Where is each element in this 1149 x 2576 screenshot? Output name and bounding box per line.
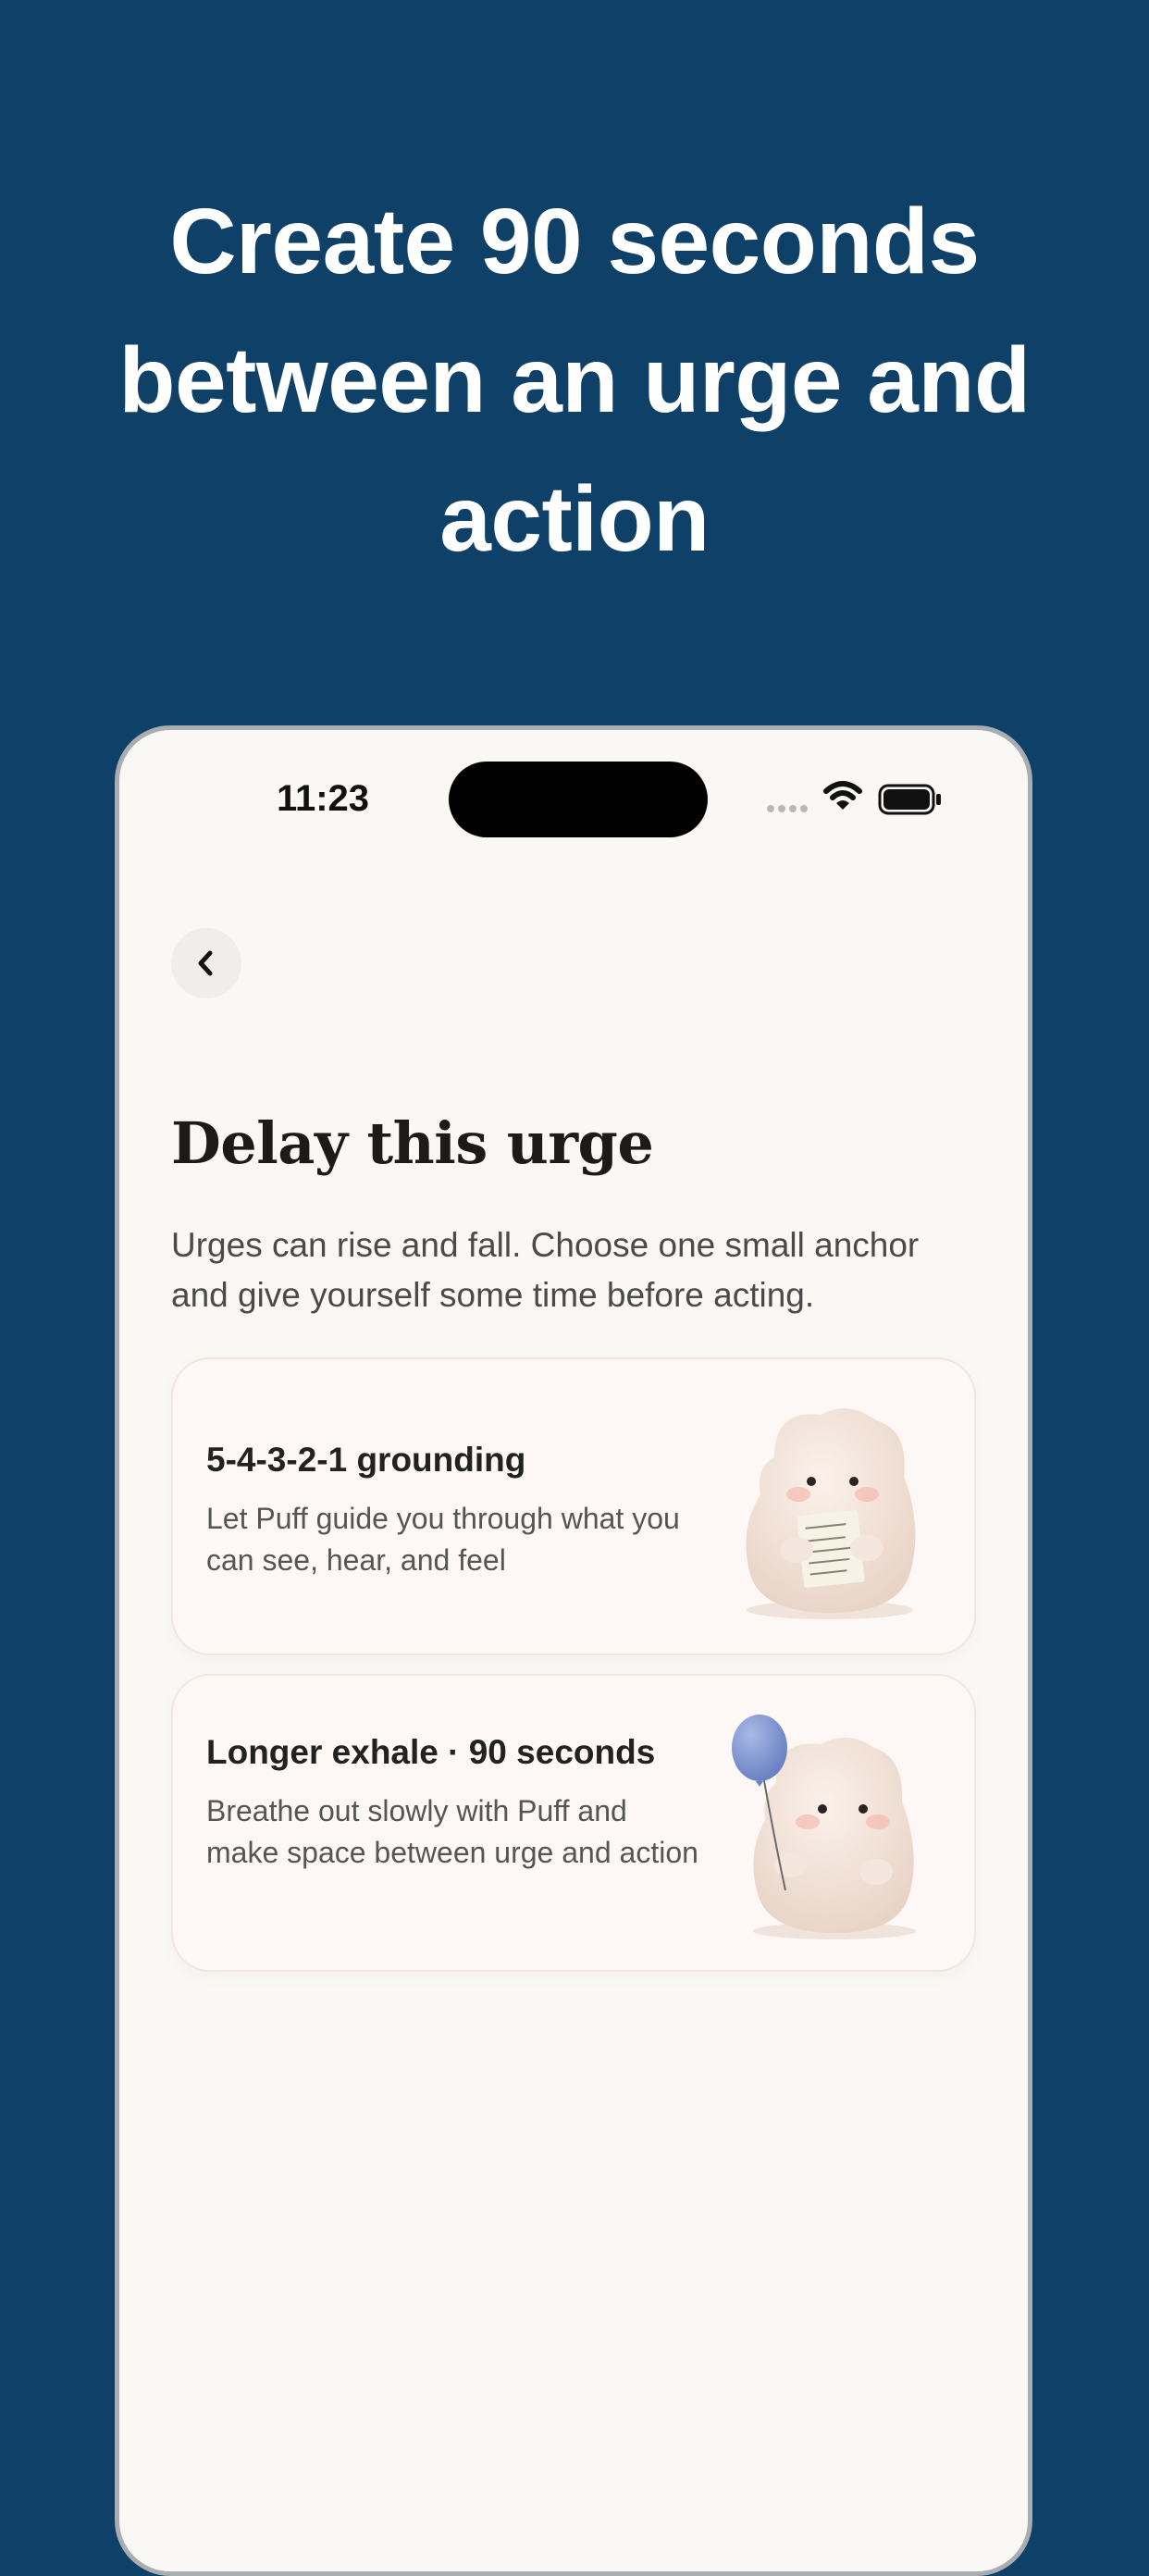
status-icons (767, 778, 970, 824)
option-description: Breathe out slowly with Puff and make sp… (206, 1794, 698, 1869)
battery-icon (878, 784, 941, 815)
headline: Create 90 seconds between an urge and ac… (118, 190, 1031, 571)
page-subtitle: Urges can rise and fall. Choose one smal… (171, 1226, 920, 1314)
option-title: 5-4-3-2-1 grounding (206, 1441, 526, 1479)
dynamic-island (449, 762, 708, 837)
phone-frame: 11:23 Delay this urge Urges can rise and… (115, 725, 1032, 2576)
puff-balloon-illustration (732, 1715, 916, 1939)
status-time: 11:23 (276, 778, 370, 819)
exhale-option-card[interactable]: Longer exhale · 90 seconds Breathe out s… (171, 1674, 976, 1972)
option-description: Let Puff guide you through what you can … (206, 1502, 680, 1577)
grounding-option-card[interactable]: 5-4-3-2-1 grounding Let Puff guide you t… (171, 1357, 976, 1655)
page-title: Delay this urge (171, 1109, 654, 1177)
wifi-icon (823, 781, 862, 810)
chevron-left-icon (198, 950, 213, 976)
option-title: Longer exhale · 90 seconds (206, 1733, 656, 1771)
back-button[interactable] (171, 928, 241, 998)
signal-icon (767, 800, 811, 817)
puff-note-illustration (746, 1408, 916, 1619)
